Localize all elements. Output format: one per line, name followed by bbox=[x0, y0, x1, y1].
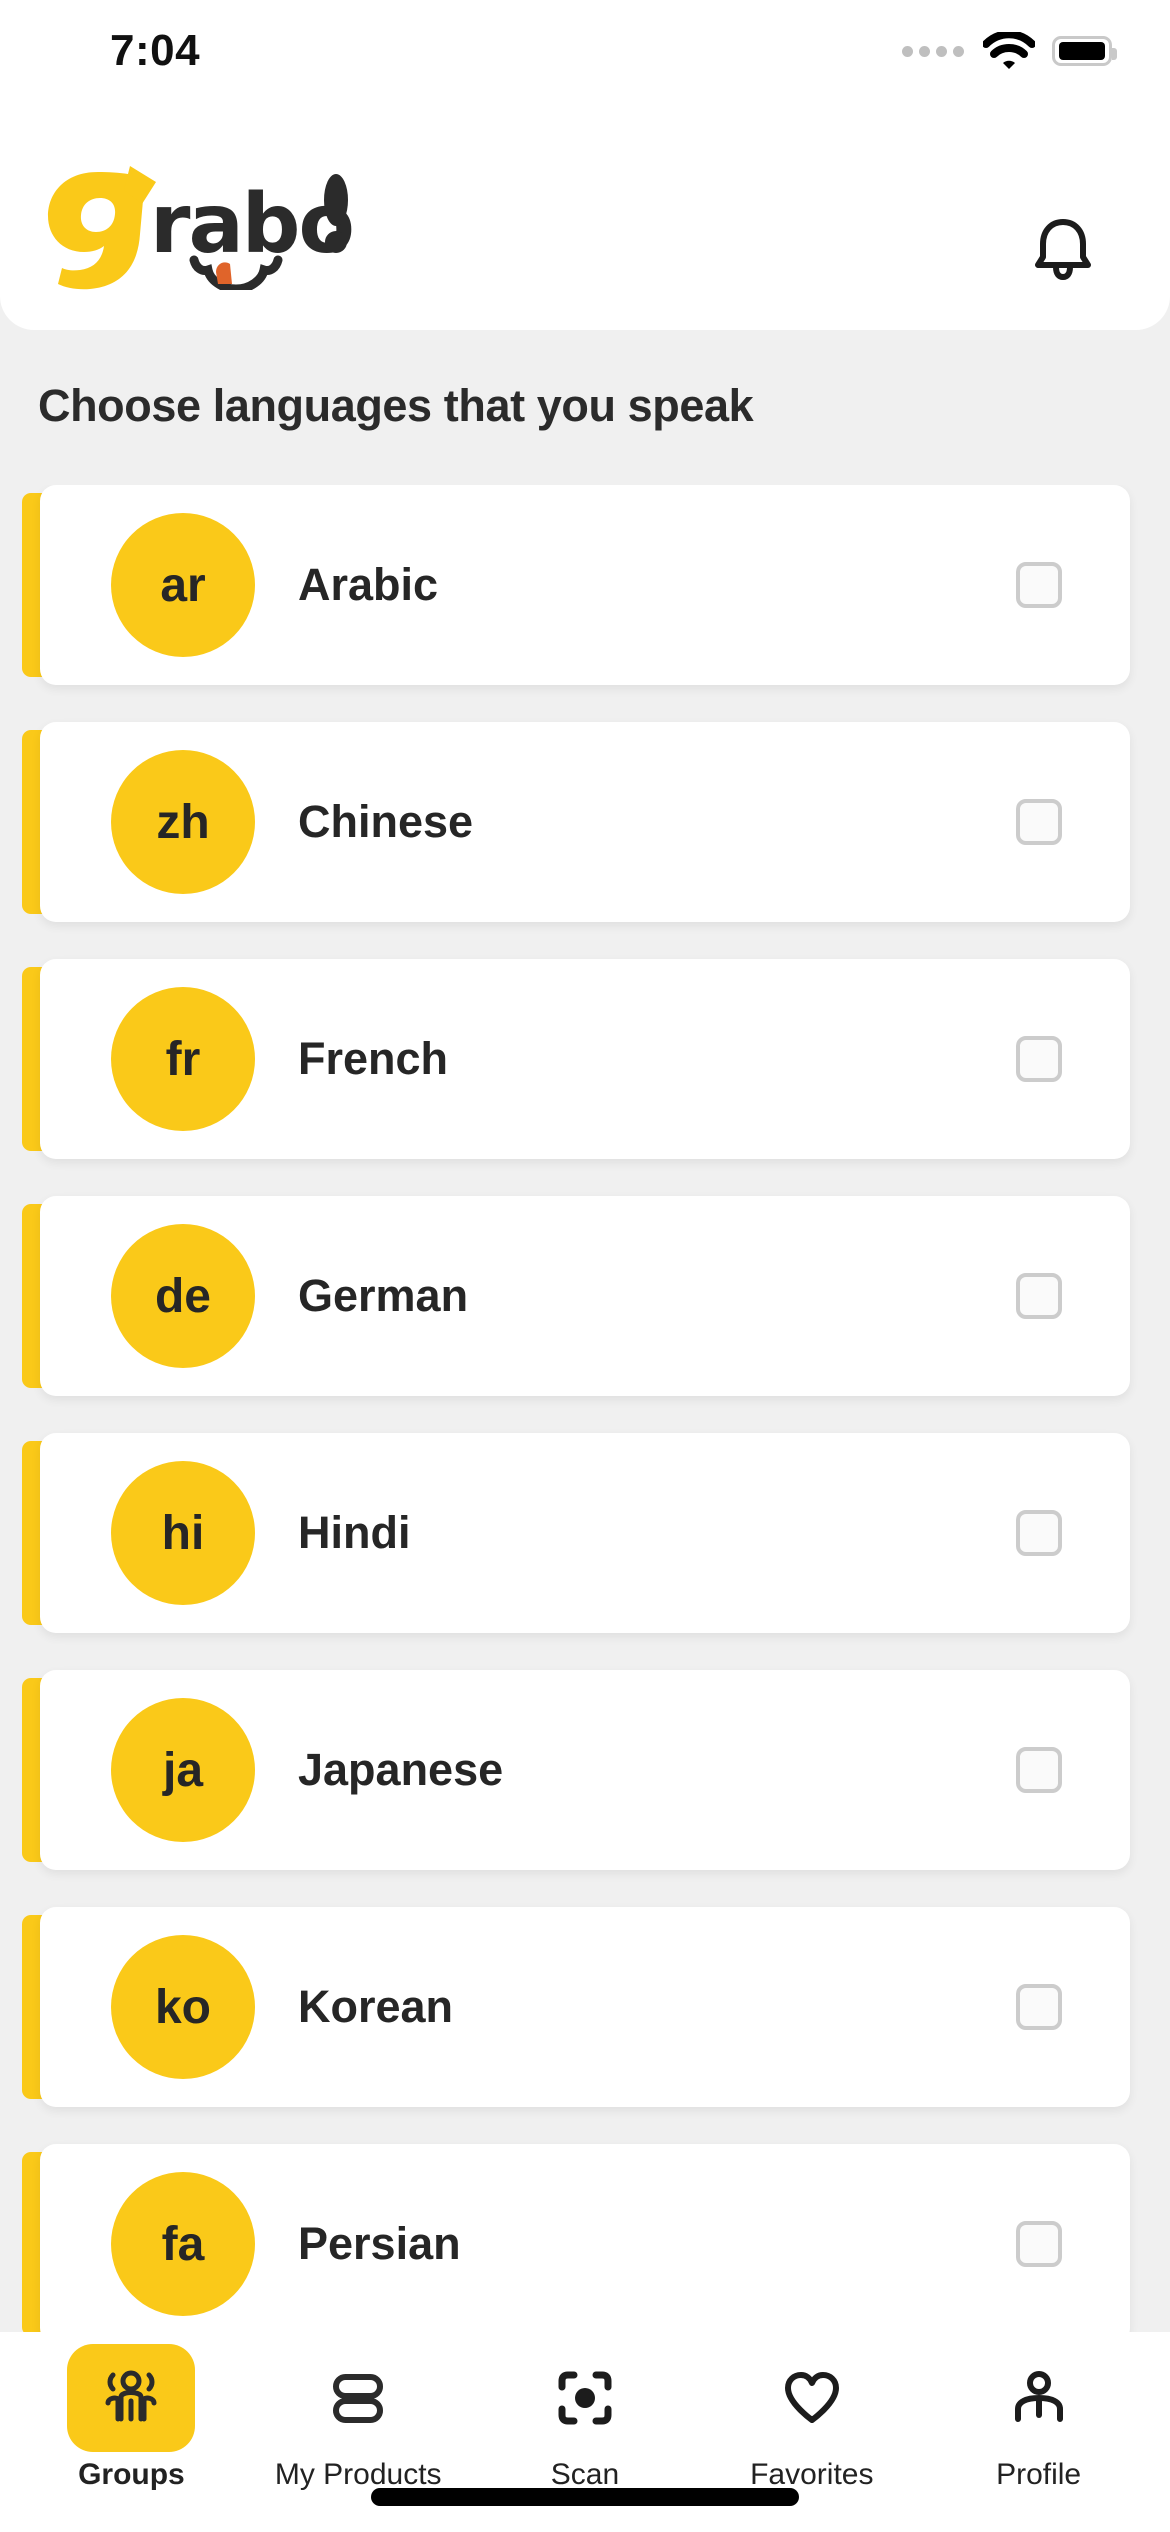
status-bar: 7:04 bbox=[0, 0, 1170, 96]
language-checkbox[interactable] bbox=[1016, 1273, 1062, 1319]
row-accent-bar bbox=[22, 1915, 56, 2099]
language-name: Japanese bbox=[298, 1744, 504, 1795]
language-name: Arabic bbox=[298, 559, 439, 610]
language-checkbox[interactable] bbox=[1016, 799, 1062, 845]
bell-icon bbox=[1035, 219, 1091, 280]
page-title: Choose languages that you speak bbox=[38, 380, 754, 431]
language-list[interactable]: ar Arabic zh Chinese fr French de German hi Hindi… bbox=[0, 485, 1170, 2365]
language-code-avatar: de bbox=[111, 1224, 255, 1368]
language-checkbox[interactable] bbox=[1016, 562, 1062, 608]
language-row[interactable]: ar Arabic bbox=[22, 485, 1130, 685]
language-name: Chinese bbox=[298, 796, 474, 847]
row-accent-bar bbox=[22, 1204, 56, 1388]
row-accent-bar bbox=[22, 1678, 56, 1862]
row-accent-bar bbox=[22, 493, 56, 677]
app-screen: rabo 7:04 Choose languages that you spea… bbox=[0, 0, 1170, 2532]
language-checkbox[interactable] bbox=[1016, 1036, 1062, 1082]
language-row[interactable]: hi Hindi bbox=[22, 1433, 1130, 1633]
language-code-avatar: ko bbox=[111, 1935, 255, 2079]
language-code-avatar: hi bbox=[111, 1461, 255, 1605]
language-name: Hindi bbox=[298, 1507, 411, 1558]
person-icon bbox=[975, 2344, 1103, 2452]
language-code-avatar: ar bbox=[111, 513, 255, 657]
language-code-avatar: zh bbox=[111, 750, 255, 894]
notification-bell-button[interactable] bbox=[1008, 195, 1118, 305]
language-code-avatar: fa bbox=[111, 2172, 255, 2316]
group-people-icon bbox=[67, 2344, 196, 2452]
language-code-avatar: fr bbox=[111, 987, 255, 1131]
stacked-pills-icon bbox=[294, 2344, 422, 2452]
row-accent-bar bbox=[22, 1441, 56, 1625]
language-code-avatar: ja bbox=[111, 1698, 255, 1842]
language-row[interactable]: ja Japanese bbox=[22, 1670, 1130, 1870]
grabo-logo: rabo bbox=[46, 160, 376, 294]
row-accent-bar bbox=[22, 2152, 56, 2336]
language-checkbox[interactable] bbox=[1016, 1510, 1062, 1556]
language-name: Korean bbox=[298, 1981, 454, 2032]
language-row[interactable]: fr French bbox=[22, 959, 1130, 1159]
language-name: French bbox=[298, 1033, 449, 1084]
nav-item-profile[interactable]: Profile bbox=[925, 2332, 1152, 2532]
nav-label-groups: Groups bbox=[78, 2458, 185, 2491]
grabo-logo-svg: rabo bbox=[48, 166, 355, 294]
language-row[interactable]: zh Chinese bbox=[22, 722, 1130, 922]
nav-label-profile: Profile bbox=[996, 2458, 1082, 2491]
language-name: German bbox=[298, 1270, 469, 1321]
status-indicators bbox=[902, 32, 1117, 70]
language-name: Persian bbox=[298, 2218, 461, 2269]
scan-viewfinder-icon bbox=[521, 2344, 649, 2452]
language-row[interactable]: de German bbox=[22, 1196, 1130, 1396]
language-checkbox[interactable] bbox=[1016, 1747, 1062, 1793]
nav-label-scan: Scan bbox=[550, 2458, 620, 2491]
battery-full-icon bbox=[1052, 36, 1117, 66]
svg-text:rabo: rabo bbox=[150, 177, 353, 272]
nav-item-groups[interactable]: Groups bbox=[18, 2332, 245, 2532]
signal-dots-icon bbox=[902, 45, 964, 57]
heart-icon bbox=[748, 2344, 876, 2452]
home-indicator bbox=[371, 2488, 799, 2506]
language-checkbox[interactable] bbox=[1016, 1984, 1062, 2030]
nav-label-favorites: Favorites bbox=[750, 2458, 874, 2491]
row-accent-bar bbox=[22, 730, 56, 914]
language-row[interactable]: fa Persian bbox=[22, 2144, 1130, 2344]
row-accent-bar bbox=[22, 967, 56, 1151]
nav-label-my-products: My Products bbox=[274, 2458, 442, 2491]
wifi-icon bbox=[983, 32, 1035, 69]
language-checkbox[interactable] bbox=[1016, 2221, 1062, 2267]
language-row[interactable]: ko Korean bbox=[22, 1907, 1130, 2107]
status-time: 7:04 bbox=[110, 26, 201, 75]
